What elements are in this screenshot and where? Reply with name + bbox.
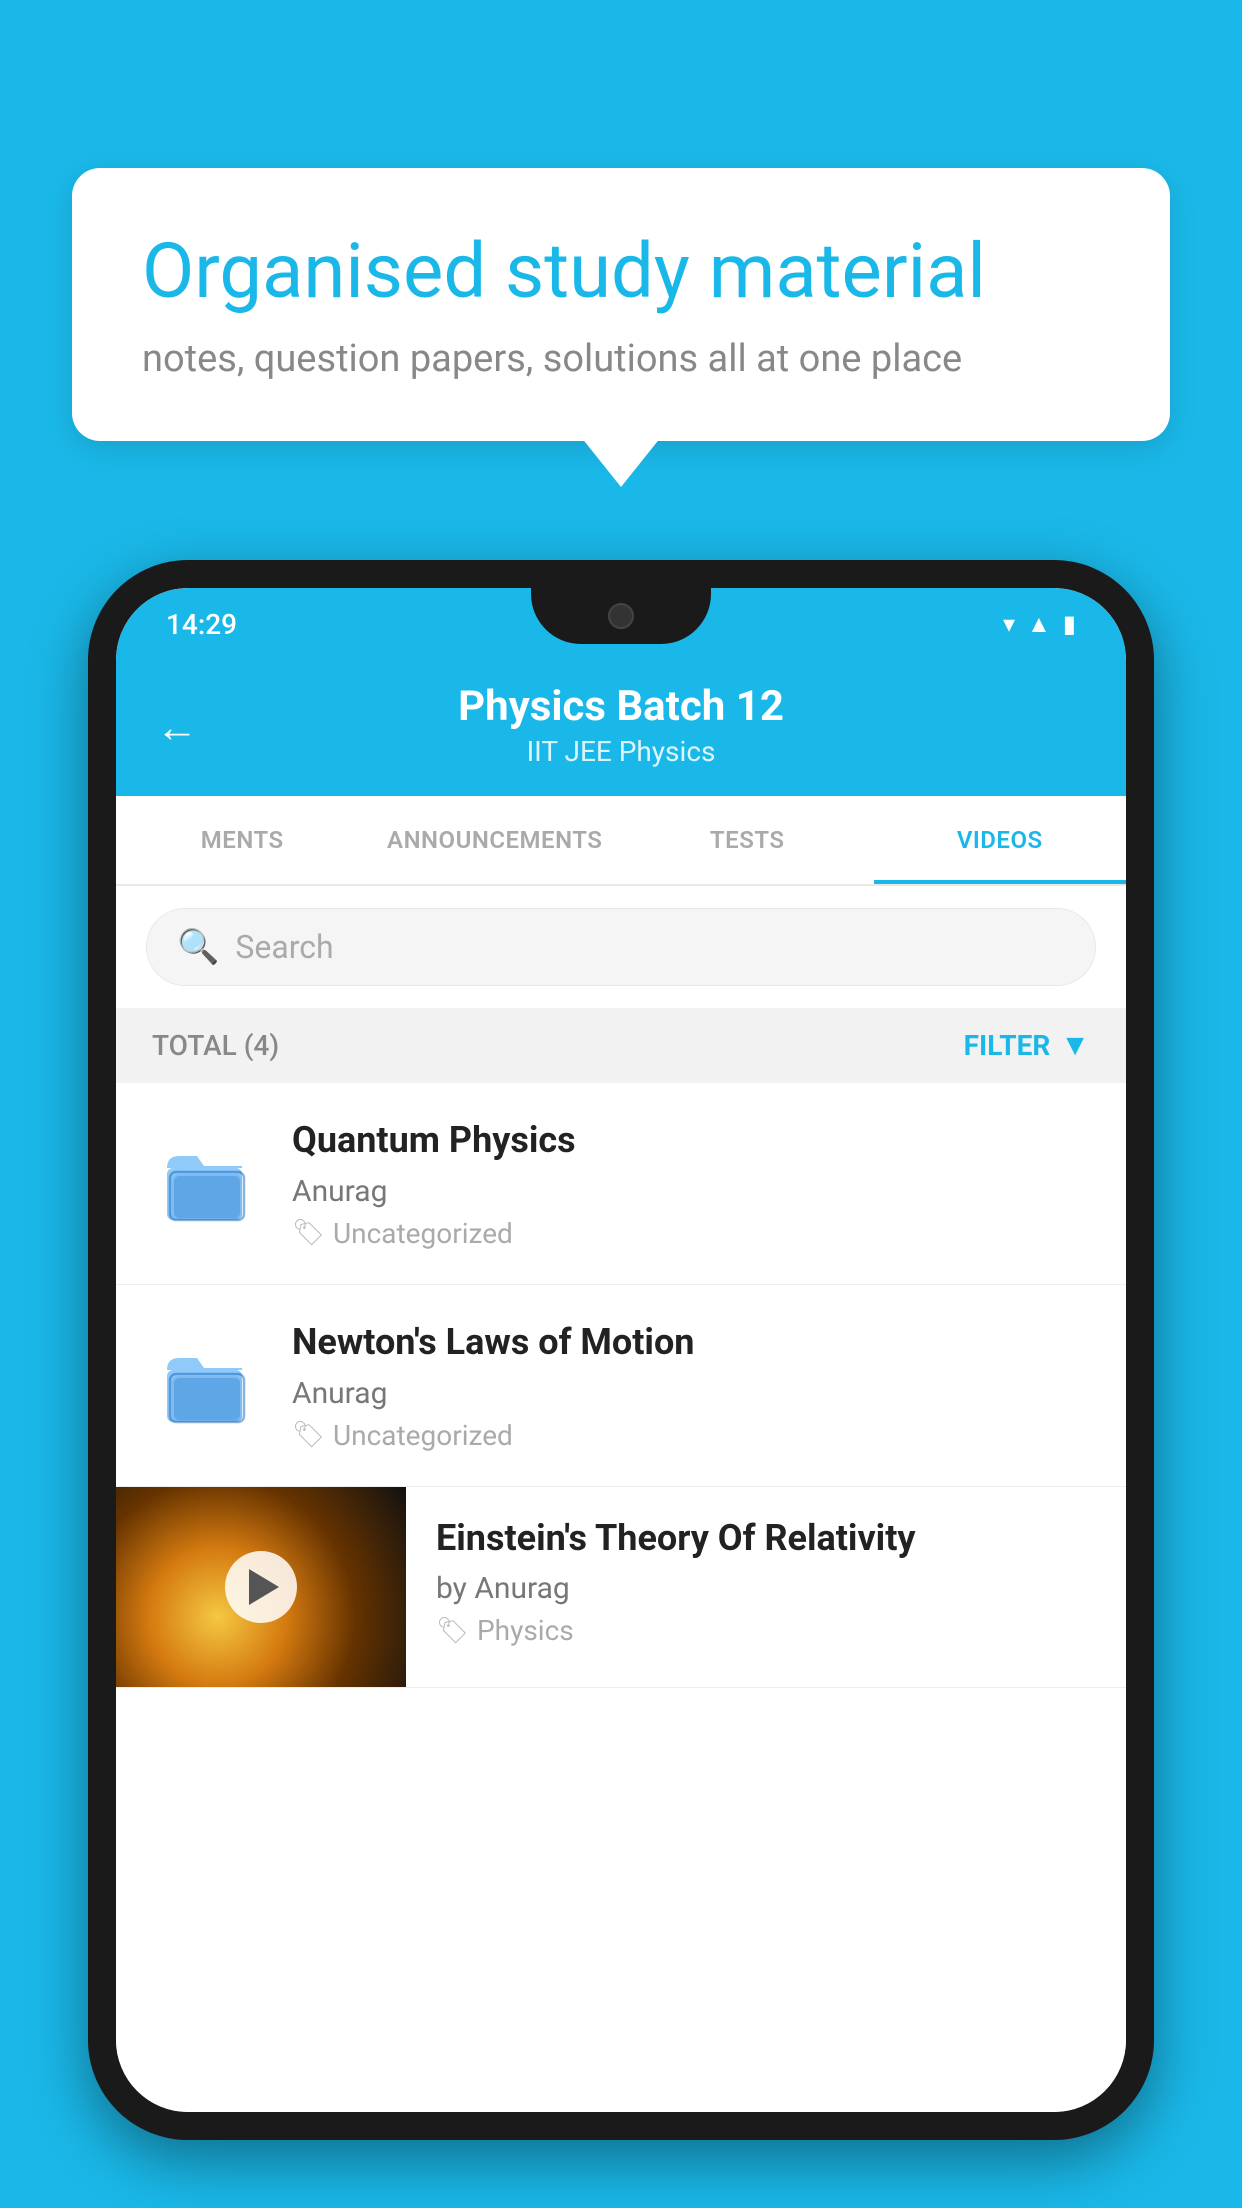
phone-outer: 14:29 ▾ ▲ ▮ ← Physics Batch 12 IIT JEE P… [88, 560, 1154, 2140]
video-info: Newton's Laws of Motion Anurag 🏷 Uncateg… [292, 1319, 1090, 1452]
filter-button[interactable]: FILTER ▼ [964, 1028, 1090, 1063]
video-author: Anurag [292, 1376, 1090, 1411]
folder-thumbnail [152, 1330, 262, 1440]
folder-icon [162, 1138, 252, 1228]
play-icon [249, 1569, 279, 1605]
camera [608, 603, 634, 629]
tab-tests[interactable]: TESTS [621, 796, 874, 884]
video-thumbnail [116, 1487, 406, 1687]
video-info: Quantum Physics Anurag 🏷 Uncategorized [292, 1117, 1090, 1250]
tab-announcements[interactable]: ANNOUNCEMENTS [369, 796, 622, 884]
bubble-subtitle: notes, question papers, solutions all at… [142, 337, 1100, 381]
filter-label: FILTER [964, 1029, 1051, 1062]
tab-videos[interactable]: VIDEOS [874, 796, 1127, 884]
list-item[interactable]: Quantum Physics Anurag 🏷 Uncategorized [116, 1083, 1126, 1285]
status-time: 14:29 [166, 608, 237, 641]
search-icon: 🔍 [177, 927, 219, 967]
tab-ments[interactable]: MENTS [116, 796, 369, 884]
folder-thumbnail [152, 1128, 262, 1238]
video-tag: 🏷 Uncategorized [292, 1419, 1090, 1452]
phone-wrapper: 14:29 ▾ ▲ ▮ ← Physics Batch 12 IIT JEE P… [88, 560, 1154, 2208]
tag-icon: 🏷 [436, 1616, 469, 1646]
wifi-icon: ▾ [1003, 610, 1015, 638]
total-label: TOTAL (4) [152, 1029, 279, 1062]
tag-icon: 🏷 [292, 1420, 325, 1450]
folder-icon [162, 1340, 252, 1430]
play-button[interactable] [225, 1551, 297, 1623]
tag-label: Uncategorized [333, 1217, 513, 1250]
search-container: 🔍 Search [116, 886, 1126, 1008]
bubble-title: Organised study material [142, 228, 1100, 315]
video-title: Newton's Laws of Motion [292, 1319, 1090, 1366]
back-button[interactable]: ← [156, 704, 198, 753]
video-info: Einstein's Theory Of Relativity by Anura… [406, 1487, 1126, 1676]
app-subtitle: IIT JEE Physics [156, 735, 1086, 768]
phone-screen: 14:29 ▾ ▲ ▮ ← Physics Batch 12 IIT JEE P… [116, 588, 1126, 2112]
app-header: ← Physics Batch 12 IIT JEE Physics [116, 660, 1126, 796]
search-placeholder: Search [235, 928, 333, 966]
screen-content: 🔍 Search TOTAL (4) FILTER ▼ [116, 886, 1126, 2112]
filter-icon: ▼ [1060, 1028, 1090, 1063]
tag-label: Physics [477, 1614, 574, 1647]
video-title: Quantum Physics [292, 1117, 1090, 1164]
video-tag: 🏷 Uncategorized [292, 1217, 1090, 1250]
status-bar: 14:29 ▾ ▲ ▮ [116, 588, 1126, 660]
app-title: Physics Batch 12 [156, 682, 1086, 731]
search-box[interactable]: 🔍 Search [146, 908, 1096, 986]
battery-icon: ▮ [1063, 610, 1076, 638]
notch [531, 588, 711, 644]
video-author: by Anurag [436, 1571, 1096, 1606]
tabs-bar: MENTS ANNOUNCEMENTS TESTS VIDEOS [116, 796, 1126, 886]
tag-icon: 🏷 [292, 1218, 325, 1248]
list-item[interactable]: Newton's Laws of Motion Anurag 🏷 Uncateg… [116, 1285, 1126, 1487]
video-title: Einstein's Theory Of Relativity [436, 1515, 1096, 1562]
video-author: Anurag [292, 1174, 1090, 1209]
tag-label: Uncategorized [333, 1419, 513, 1452]
video-tag: 🏷 Physics [436, 1614, 1096, 1647]
status-icons: ▾ ▲ ▮ [1003, 610, 1076, 639]
video-list: Quantum Physics Anurag 🏷 Uncategorized [116, 1083, 1126, 2112]
signal-icon: ▲ [1027, 610, 1051, 639]
filter-bar: TOTAL (4) FILTER ▼ [116, 1008, 1126, 1083]
list-item[interactable]: Einstein's Theory Of Relativity by Anura… [116, 1487, 1126, 1688]
speech-bubble: Organised study material notes, question… [72, 168, 1170, 441]
